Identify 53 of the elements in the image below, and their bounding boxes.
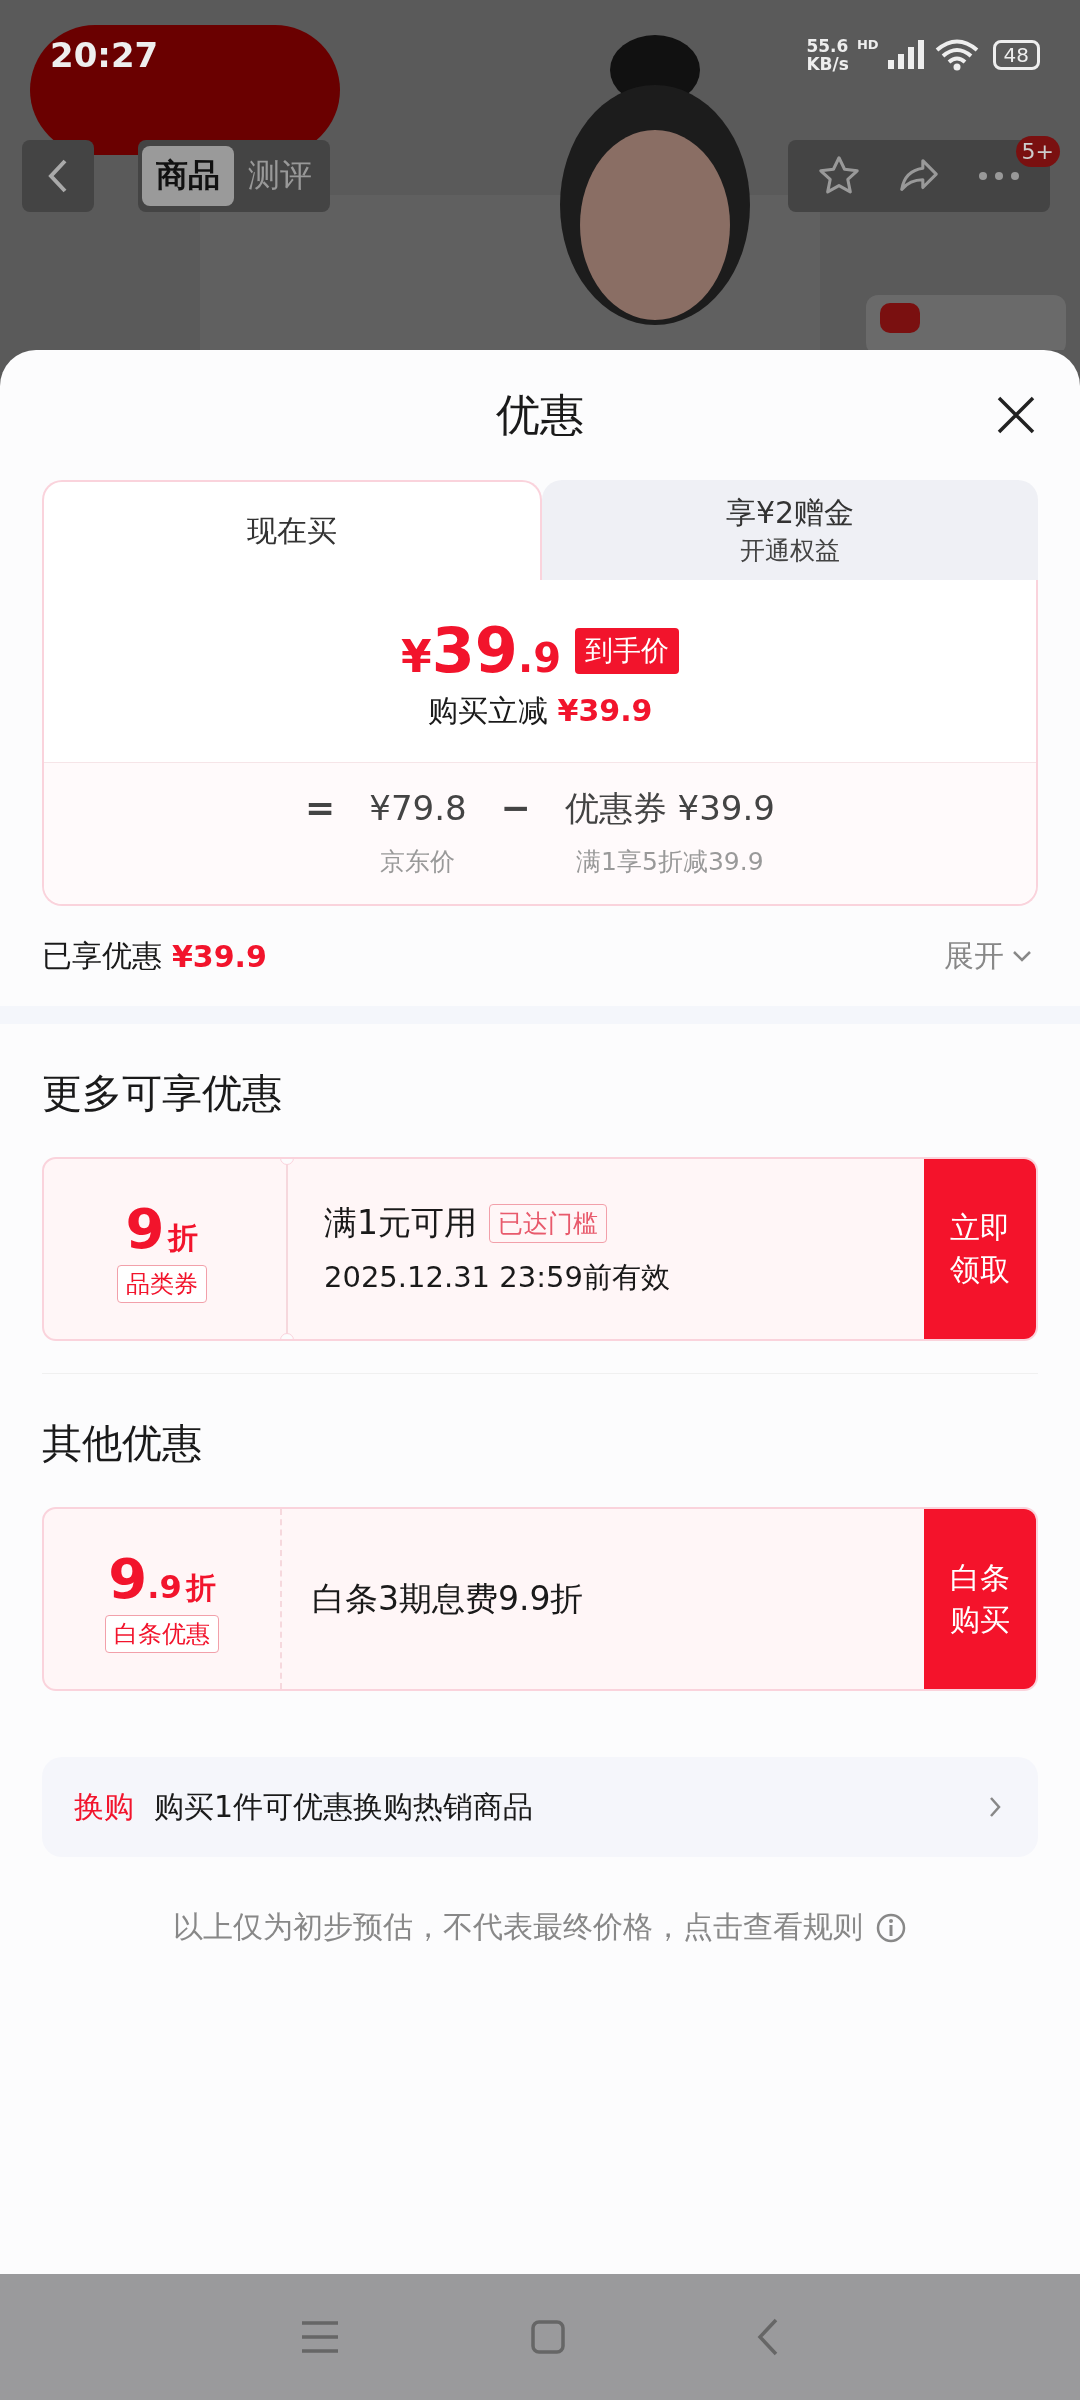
status-time: 20:27: [50, 35, 159, 75]
tab-sublabel: 开通权益: [740, 535, 840, 567]
price-tab[interactable]: 现在买: [42, 480, 542, 580]
back-button[interactable]: [22, 140, 94, 212]
offer-action-button[interactable]: 立即领取: [924, 1159, 1036, 1339]
offer-tag: 白条优惠: [105, 1614, 219, 1653]
back-icon[interactable]: [756, 2317, 780, 2357]
sheet-title: 优惠: [496, 387, 584, 442]
threshold-badge: 已达门槛: [489, 1203, 607, 1243]
offer-title: 白条3期息费9.9折: [312, 1577, 584, 1620]
reduction-amount: ¥39.9: [557, 693, 653, 728]
final-price-tag: 到手价: [574, 627, 679, 674]
offer-tag: 品类券: [117, 1264, 207, 1303]
chevron-right-icon: [988, 1795, 1002, 1819]
exchange-label: 换购: [74, 1787, 134, 1826]
info-icon[interactable]: [875, 1911, 907, 1944]
offer-action-button[interactable]: 白条购买: [924, 1509, 1036, 1689]
enjoyed-label: 已享优惠: [42, 936, 162, 975]
discount-value: 9.9折: [108, 1545, 216, 1611]
operator: =: [305, 786, 336, 830]
final-price: ¥39.9: [401, 614, 561, 687]
price-term: 优惠券 ¥39.9: [564, 787, 775, 830]
battery-level: 48: [1003, 43, 1029, 67]
network-speed-unit: KB/s: [806, 55, 849, 73]
wifi-icon: [934, 39, 979, 71]
enjoyed-amount: ¥39.9: [172, 938, 267, 974]
menu-icon[interactable]: [300, 2319, 340, 2355]
price-tab[interactable]: 享¥2赠金 开通权益: [542, 480, 1038, 580]
chevron-down-icon: [1012, 949, 1032, 963]
expand-button[interactable]: 展开: [938, 934, 1038, 978]
price-term: ¥79.8: [369, 787, 467, 830]
tab-label: 享¥2赠金: [725, 494, 855, 532]
reduction-label: 购买立减: [427, 693, 548, 728]
back-icon: [47, 158, 69, 194]
operator: −: [500, 786, 531, 830]
discount-value: 9折: [125, 1195, 199, 1261]
offer-validity: 2025.12.31 23:59前有效: [324, 1258, 671, 1296]
product-tab[interactable]: 测评: [234, 146, 326, 206]
price-term-caption: 京东价: [380, 846, 456, 878]
signal-icon: [886, 40, 927, 70]
offer-title: 满1元可用: [324, 1201, 477, 1244]
close-icon[interactable]: [996, 395, 1036, 435]
network-speed: 55.6: [806, 37, 849, 55]
section-title: 其他优惠: [42, 1419, 203, 1468]
exchange-bar[interactable]: 换购 购买1件可优惠换购热销商品: [42, 1757, 1038, 1857]
hd-label: HD: [856, 37, 879, 52]
disclaimer-link[interactable]: 以上仅为初步预估，不代表最终价格，点击查看规则: [173, 1907, 863, 1948]
section-title: 更多可享优惠: [42, 1069, 283, 1118]
product-tab[interactable]: 商品: [142, 146, 234, 206]
home-icon[interactable]: [530, 2319, 566, 2355]
price-term-caption: 满1享5折减39.9: [576, 846, 764, 878]
exchange-text: 购买1件可优惠换购热销商品: [154, 1787, 534, 1826]
tab-label: 现在买: [247, 511, 337, 550]
